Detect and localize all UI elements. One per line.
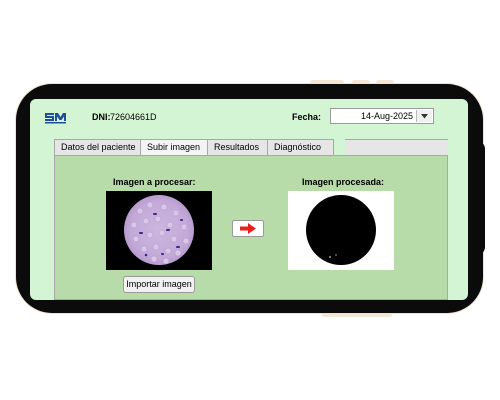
phone-side-button — [322, 313, 392, 317]
process-button[interactable] — [232, 220, 264, 237]
tab-datos-del-paciente[interactable]: Datos del paciente — [54, 139, 141, 155]
tab-resultados[interactable]: Resultados — [207, 139, 268, 155]
tab-bar: Datos del paciente Subir imagen Resultad… — [54, 139, 334, 155]
dni-value: 72604661D — [110, 112, 157, 122]
tab-strip-filler — [345, 139, 448, 155]
import-image-button[interactable]: Importar imagen — [123, 276, 195, 293]
output-image-label: Imagen procesada: — [302, 177, 385, 187]
tab-subir-imagen[interactable]: Subir imagen — [140, 139, 208, 155]
processed-image — [288, 191, 394, 270]
app-logo-icon — [45, 113, 66, 124]
input-image — [106, 191, 212, 270]
app-screen: DNI: 72604661D Fecha: 14-Aug-2025 Datos … — [30, 99, 468, 300]
input-image-label: Imagen a procesar: — [113, 177, 196, 187]
date-dropdown-button[interactable] — [416, 110, 432, 122]
tab-diagnostico[interactable]: Diagnóstico — [267, 139, 334, 155]
date-picker[interactable]: 14-Aug-2025 — [330, 108, 434, 124]
chevron-down-icon — [421, 113, 428, 118]
date-value: 14-Aug-2025 — [360, 111, 413, 121]
fecha-label: Fecha: — [292, 112, 322, 122]
dni-label: DNI: — [92, 112, 111, 122]
right-arrow-icon — [240, 223, 256, 234]
